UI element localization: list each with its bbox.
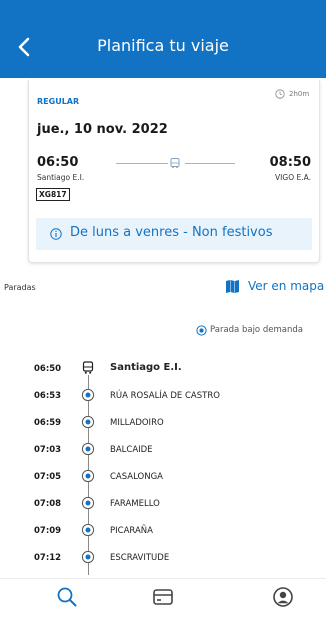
stop-name: BALCAIDE [110, 445, 153, 455]
info-icon [50, 228, 62, 240]
card-icon[interactable] [152, 586, 174, 608]
stop-time: 07:08 [34, 499, 62, 509]
stop-row[interactable]: 06:50 Santiago E.I. [0, 355, 326, 382]
stop-row[interactable]: 07:08 FARAMELLO [0, 490, 326, 517]
map-icon [226, 280, 239, 293]
on-demand-legend: Parada bajo demanda [196, 324, 322, 338]
stop-row[interactable]: 06:59 MILLADOIRO [0, 409, 326, 436]
on-demand-stop-icon [81, 388, 95, 402]
on-demand-stop-icon [81, 442, 95, 456]
bus-icon [170, 158, 180, 169]
stop-time: 07:05 [34, 472, 62, 482]
stop-row[interactable]: 07:12 ESCRAVITUDE [0, 544, 326, 571]
stop-name: Santiago E.I. [110, 362, 182, 373]
stop-time: 07:12 [34, 553, 62, 563]
departure-stop: Santiago E.I. [37, 173, 85, 182]
stop-name: PICARAÑA [110, 526, 153, 536]
arrival-stop: VIGO E.A. [275, 173, 311, 182]
stop-row[interactable]: 07:03 BALCAIDE [0, 436, 326, 463]
stop-name: RÚA ROSALÍA DE CASTRO [110, 391, 220, 401]
page-title: Planifica tu viaje [97, 36, 229, 55]
app-header: Planifica tu viaje [0, 0, 326, 78]
notice-text: De luns a venres - Non festivos [70, 225, 273, 240]
stop-name: FARAMELLO [110, 499, 160, 509]
on-demand-stop-icon [196, 325, 207, 336]
stop-time: 06:50 [34, 364, 62, 374]
legend-label: Parada bajo demanda [210, 325, 303, 335]
trip-duration: 2h0m [289, 90, 310, 98]
schedule-notice: De luns a venres - Non festivos [36, 218, 312, 250]
stop-name: MILLADOIRO [110, 418, 164, 428]
departure-time: 06:50 [37, 155, 79, 170]
route-line [116, 163, 168, 164]
trip-date: jue., 10 nov. 2022 [37, 122, 168, 137]
on-demand-stop-icon [81, 415, 95, 429]
bus-icon [81, 361, 95, 375]
view-map-label: Ver en mapa [248, 279, 325, 293]
route-line [185, 163, 235, 164]
bottom-nav [0, 578, 326, 617]
stop-row[interactable]: 06:53 RÚA ROSALÍA DE CASTRO [0, 382, 326, 409]
stop-row[interactable]: 07:05 CASALONGA [0, 463, 326, 490]
stop-time: 07:09 [34, 526, 62, 536]
stop-name: CASALONGA [110, 472, 164, 482]
stops-heading: Paradas [4, 283, 36, 292]
trip-card: REGULAR 2h0m jue., 10 nov. 2022 06:50 08… [28, 80, 320, 263]
clock-icon [275, 89, 285, 99]
search-icon[interactable] [56, 586, 78, 608]
stop-name: ESCRAVITUDE [110, 553, 170, 563]
stop-time: 07:03 [34, 445, 62, 455]
on-demand-stop-icon [81, 523, 95, 537]
trip-code: XG817 [36, 188, 70, 201]
trip-type-badge: REGULAR [37, 97, 80, 106]
stop-row[interactable]: 07:09 PICARAÑA [0, 517, 326, 544]
arrival-time: 08:50 [269, 155, 311, 170]
on-demand-stop-icon [81, 496, 95, 510]
view-map-link[interactable]: Ver en mapa [226, 277, 325, 297]
profile-icon[interactable] [272, 586, 294, 608]
stop-time: 06:53 [34, 391, 62, 401]
stop-time: 06:59 [34, 418, 62, 428]
on-demand-stop-icon [81, 469, 95, 483]
on-demand-stop-icon [81, 550, 95, 564]
